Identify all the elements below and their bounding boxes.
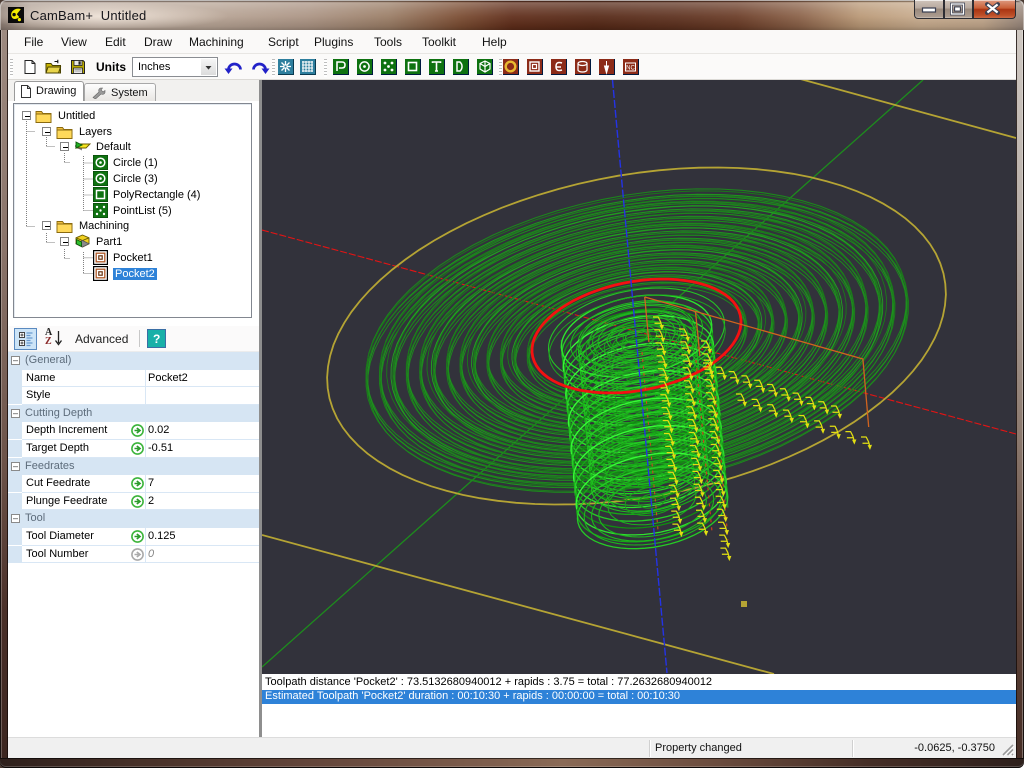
svg-text:NC: NC — [626, 66, 635, 72]
